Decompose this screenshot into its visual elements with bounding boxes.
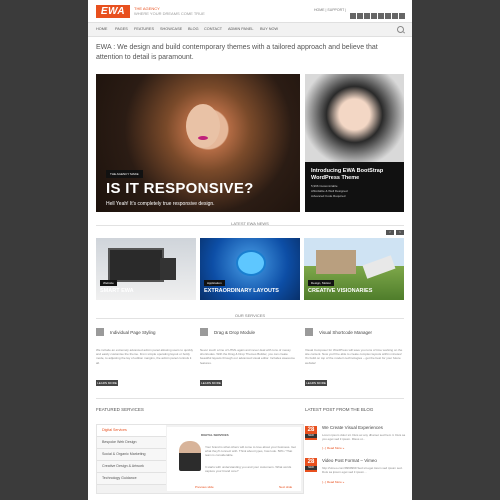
device-image — [108, 248, 164, 282]
service-text: We include an extremely advanced admin p… — [96, 348, 193, 365]
nav-home[interactable]: HOME — [96, 27, 107, 31]
news-title[interactable]: CREATIVE VISIONARIES — [308, 288, 372, 294]
side-feature-item: Advanced Code Required — [311, 194, 346, 198]
facebook-icon[interactable] — [350, 13, 356, 19]
service-title: Visual Shortcode Manager — [319, 330, 372, 335]
linkedin-icon[interactable] — [378, 13, 384, 19]
side-feature-item: Affordable & Well Designed — [311, 189, 348, 193]
post-date-badge: 28 MAR — [305, 458, 317, 472]
side-feature-title: Introducing EWA BootStrap WordPress Them… — [311, 168, 384, 181]
featured-next-link[interactable]: Next slide — [279, 485, 292, 489]
post-title[interactable]: Video Post Format – Vimeo — [322, 458, 377, 463]
news-tag: Design, Motion — [308, 280, 335, 286]
learn-more-button[interactable]: LEARN MORE — [305, 380, 327, 386]
nav-admin-panel[interactable]: ADMIN PANEL — [228, 27, 253, 31]
news-title[interactable]: EXTRAORDINARY LAYOUTS — [204, 288, 279, 294]
side-feature-image — [305, 74, 404, 164]
flickr-icon[interactable] — [385, 13, 391, 19]
page: EWA THE AGENCY WHERE YOUR DREAMS COME TR… — [88, 0, 412, 500]
learn-more-button[interactable]: LEARN MORE — [96, 380, 118, 386]
hero-badge: THE AGENCY MAKE — [106, 170, 143, 178]
nav-features[interactable]: FEATURES — [134, 27, 154, 31]
hero-model-lips — [198, 136, 208, 140]
featured-panel-text-2: It starts with understanding you and you… — [205, 465, 292, 474]
page-styling-icon — [96, 328, 104, 336]
news-tag: Application — [204, 280, 225, 286]
nav-showcase[interactable]: SHOWCASE — [160, 27, 182, 31]
post-excerpt: http://vimeo.com/9999999 Sed sit eget lo… — [322, 466, 403, 475]
featured-tab-web-design[interactable]: Bespoke Web Design — [97, 437, 166, 449]
mascot-image — [236, 250, 266, 276]
tumblr-icon[interactable] — [392, 13, 398, 19]
house-image — [316, 250, 356, 274]
featured-panel-label: DIGITAL SERVICES — [201, 433, 229, 437]
read-more-link[interactable]: [...] Read More » — [322, 446, 344, 450]
news-card[interactable]: Application EXTRAORDINARY LAYOUTS — [200, 238, 300, 300]
nav-blog[interactable]: BLOG — [188, 27, 199, 31]
featured-tab-marketing[interactable]: Social & Organic Marketing — [97, 449, 166, 461]
featured-tab-technology[interactable]: Technology Guidance — [97, 473, 166, 485]
main-nav: HOME PAGES FEATURES SHOWCASE BLOG CONTAC… — [88, 22, 412, 37]
pinterest-icon[interactable] — [399, 13, 405, 19]
hand-image — [362, 255, 396, 279]
service-text: Visual Composer for WordPress will save … — [305, 348, 403, 365]
featured-tab-digital[interactable]: Digital Services — [97, 425, 166, 437]
read-more-link[interactable]: [...] Read More » — [322, 480, 344, 484]
post-date-badge: 28 MAR — [305, 426, 317, 440]
post-title[interactable]: We Create Visual Experiences — [322, 425, 383, 430]
post-day: 28 — [307, 427, 315, 433]
hero-model-image — [186, 104, 220, 148]
featured-prev-link[interactable]: Previous slide — [195, 485, 214, 489]
post-month: MAR — [305, 466, 317, 470]
side-feature[interactable]: Introducing EWA BootStrap WordPress Them… — [305, 74, 404, 212]
featured-tab-design[interactable]: Creative Design & Artwork — [97, 461, 166, 473]
twitter-icon[interactable] — [357, 13, 363, 19]
news-title[interactable]: SMART EWA — [100, 288, 134, 294]
post-excerpt: Lorem ipsum dolor sit. Duis ac any dhame… — [322, 433, 406, 442]
hero-subtitle: Hell Yeah! It's completely true responsi… — [106, 201, 215, 207]
divider — [96, 318, 404, 319]
featured-panel-text: Your brand is what others will come to l… — [205, 445, 296, 458]
learn-more-button[interactable]: LEARN MORE — [200, 380, 222, 386]
blog-heading: LATEST POST FROM THE BLOG — [305, 407, 374, 412]
nav-pages[interactable]: PAGES — [115, 27, 128, 31]
services-heading: OUR SERVICES — [234, 313, 266, 318]
nav-contact[interactable]: CONTACT — [204, 27, 222, 31]
featured-panel: DIGITAL SERVICES Your brand is what othe… — [167, 427, 301, 491]
intro-text: EWA : We design and build contemporary t… — [96, 44, 378, 61]
service-text: Never touch a line of HTML again and nev… — [200, 348, 295, 365]
hero-title: IS IT RESPONSIVE? — [106, 180, 254, 197]
featured-services-box: Digital Services Bespoke Web Design Soci… — [96, 424, 304, 494]
brand-slogan: WHERE YOUR DREAMS COME TRUE — [134, 11, 205, 16]
news-card[interactable]: Website SMART EWA — [96, 238, 196, 300]
news-next-button[interactable]: > — [396, 230, 404, 235]
news-heading: LATEST EWA NEWS — [231, 221, 269, 226]
featured-heading: FEATURED SERVICES — [96, 407, 144, 412]
post-day: 28 — [307, 459, 315, 465]
hero-slider[interactable]: THE AGENCY MAKE IS IT RESPONSIVE? Hell Y… — [96, 74, 300, 212]
post-month: MAR — [305, 434, 317, 438]
news-tag: Website — [100, 280, 117, 286]
shortcode-icon — [305, 328, 313, 336]
dribbble-icon[interactable] — [364, 13, 370, 19]
vimeo-icon[interactable] — [371, 13, 377, 19]
service-title: Individual Page Styling — [110, 330, 156, 335]
device-image — [160, 258, 176, 280]
top-links[interactable]: HOME | SUPPORT | — [314, 8, 346, 12]
drag-drop-icon — [200, 328, 208, 336]
top-bar: EWA THE AGENCY WHERE YOUR DREAMS COME TR… — [88, 0, 412, 37]
brand-tagline: THE AGENCY WHERE YOUR DREAMS COME TRUE — [134, 6, 205, 16]
news-card[interactable]: Design, Motion CREATIVE VISIONARIES — [304, 238, 404, 300]
side-feature-item: 5,996 Customizable — [311, 184, 338, 188]
avatar — [179, 441, 201, 471]
search-icon[interactable] — [397, 26, 404, 33]
logo[interactable]: EWA — [96, 5, 130, 18]
nav-buy-now[interactable]: BUY NOW — [260, 27, 278, 31]
news-prev-button[interactable]: < — [386, 230, 394, 235]
divider — [96, 398, 404, 399]
service-title: Drag & Drop Module — [214, 330, 256, 335]
